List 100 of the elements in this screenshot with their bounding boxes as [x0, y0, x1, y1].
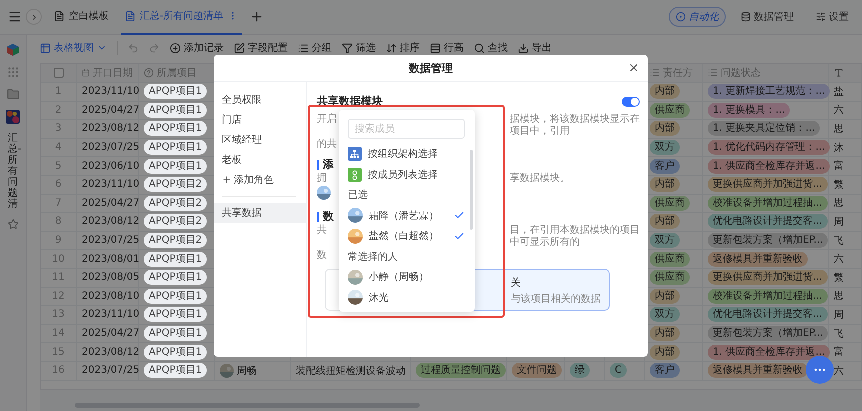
- org-chart-icon: [348, 147, 362, 162]
- table-cell-text: 思: [834, 290, 844, 304]
- status-tag: 返修模具并重新验收: [708, 363, 808, 378]
- description-text: 享数据模块。: [510, 173, 571, 185]
- description-text: 目，在引用本数据模块的项目中可显示所有的: [510, 225, 640, 249]
- status-tag: 1. 供应商全检库存并返...: [708, 344, 830, 360]
- close-button[interactable]: [628, 62, 640, 74]
- toolbar-button[interactable]: 查找: [474, 41, 508, 55]
- table-cell-text: 六: [834, 364, 844, 378]
- card-title: 关: [511, 276, 522, 290]
- project-tag: APQP项目1: [144, 158, 208, 174]
- owner-tag: 内部: [650, 177, 680, 192]
- scrollbar[interactable]: [75, 403, 420, 408]
- table-cell-text: 盐: [834, 86, 844, 99]
- tab[interactable]: 汇总-所有问题清单: [121, 0, 242, 34]
- category-tag: 过程质量控制问题: [416, 363, 506, 378]
- toolbar-button[interactable]: 排序: [386, 41, 420, 55]
- status-tag: 校准设备并增加过程抽...: [708, 288, 828, 304]
- row-number: 12: [52, 290, 65, 302]
- project-tag: APQP项目2: [144, 196, 208, 211]
- toolbar-button[interactable]: 行高: [430, 41, 464, 55]
- picker-option[interactable]: 按成员列表选择: [348, 164, 465, 185]
- toolbar-button[interactable]: 分组: [298, 41, 332, 55]
- toolbar-button[interactable]: 字段配置: [234, 41, 288, 55]
- group-label: 已选: [348, 188, 369, 204]
- table-cell: 2025/04/27: [82, 328, 140, 340]
- description-text: 开启: [317, 114, 338, 127]
- avatar: [317, 186, 331, 200]
- member-item[interactable]: 盐然（白超然）: [348, 226, 465, 246]
- undo-icon[interactable]: [128, 42, 139, 54]
- toolbar-action[interactable]: 设置: [809, 7, 856, 27]
- role-item[interactable]: 全员权限: [214, 90, 306, 110]
- redo-icon[interactable]: [149, 42, 160, 54]
- description-text: 共: [317, 225, 328, 238]
- toolbar-button[interactable]: 添加记录: [170, 41, 224, 55]
- owner-tag: 内部: [650, 84, 680, 100]
- star-icon[interactable]: [8, 219, 18, 230]
- status-tag: 更新包装方案（增加EP...: [708, 233, 828, 248]
- column-type-icon: [82, 68, 90, 78]
- toggle-switch[interactable]: [622, 96, 640, 106]
- table-cell-text: 六: [834, 252, 844, 266]
- table-cell: 2023/07/25: [82, 365, 140, 376]
- role-item[interactable]: 区域经理: [214, 130, 306, 150]
- column-type-icon: [144, 68, 154, 78]
- status-tag: 1. 优化代码内存管理：...: [708, 140, 830, 156]
- description-text: 的共: [317, 139, 338, 151]
- row-number: 2: [55, 104, 62, 116]
- table-cell: 2023/07/25: [82, 142, 140, 154]
- edit-icon: [234, 42, 245, 54]
- close-icon: [628, 62, 640, 74]
- project-tag: APQP项目1: [144, 102, 208, 118]
- category-tag: 绿: [570, 363, 590, 378]
- role-item[interactable]: 门店: [214, 110, 306, 130]
- view-switcher[interactable]: 表格视图: [40, 41, 107, 55]
- table-cell-text: 繁: [834, 272, 844, 285]
- table-cell-text: 飞: [834, 328, 844, 341]
- project-tag: APQP项目1: [144, 344, 208, 360]
- modal-title: 数据管理: [409, 60, 453, 76]
- status-tag: 1. 供应商全检库存并返...: [708, 158, 830, 174]
- picker-option[interactable]: 按组织架构选择: [348, 144, 465, 164]
- add-role-button[interactable]: 添加角色: [214, 170, 306, 190]
- owner-tag: 客户: [650, 158, 680, 174]
- folder-icon[interactable]: [6, 88, 20, 101]
- owner-tag: 双方: [650, 233, 680, 248]
- owner-tag: 供应商: [650, 252, 690, 267]
- project-tag: APQP项目1: [144, 363, 208, 378]
- row-number: 1: [55, 86, 62, 98]
- table-cell: 2023/08/10: [82, 290, 140, 302]
- tab[interactable]: 空白模板: [50, 0, 113, 34]
- toolbar-action[interactable]: 数据管理: [734, 7, 801, 27]
- scrollbar[interactable]: [470, 150, 473, 230]
- menu-icon: [8, 10, 22, 24]
- role-item[interactable]: 老板: [214, 150, 306, 170]
- column-type-icon: [708, 68, 718, 78]
- avatar: [348, 290, 363, 306]
- table-cell: 2023/11/10: [82, 309, 140, 320]
- grid-icon[interactable]: [6, 66, 20, 79]
- status-tag: 更新包装方案（增加EP...: [708, 326, 828, 342]
- search-field[interactable]: 搜索成员: [348, 119, 465, 139]
- project-tag: APQP项目1: [144, 84, 208, 100]
- member-item[interactable]: 霜降（潘艺霖）: [348, 206, 465, 226]
- plus-icon: [222, 175, 232, 185]
- menu-button[interactable]: [8, 10, 22, 24]
- sort-icon: [386, 42, 397, 54]
- toolbar-action[interactable]: 自动化: [669, 7, 726, 27]
- toolbar-button[interactable]: 导出: [518, 41, 552, 55]
- owner-tag: 供应商: [650, 102, 690, 118]
- table-cell: 2023/11/10: [82, 179, 140, 190]
- project-tag: APQP项目1: [144, 140, 208, 156]
- row-number: 6: [55, 179, 62, 190]
- toolbar-button[interactable]: 筛选: [342, 41, 376, 55]
- row-number: 7: [55, 198, 62, 209]
- add-tab-button[interactable]: [250, 10, 264, 24]
- owner-tag: 内部: [650, 121, 680, 136]
- settings-icon: [816, 12, 826, 22]
- select-all-checkbox[interactable]: [54, 68, 64, 78]
- nav-item[interactable]: 共享数据: [214, 203, 306, 223]
- section-heading: 数: [323, 209, 334, 224]
- rows-icon: [430, 42, 441, 54]
- app-icon[interactable]: [6, 110, 20, 124]
